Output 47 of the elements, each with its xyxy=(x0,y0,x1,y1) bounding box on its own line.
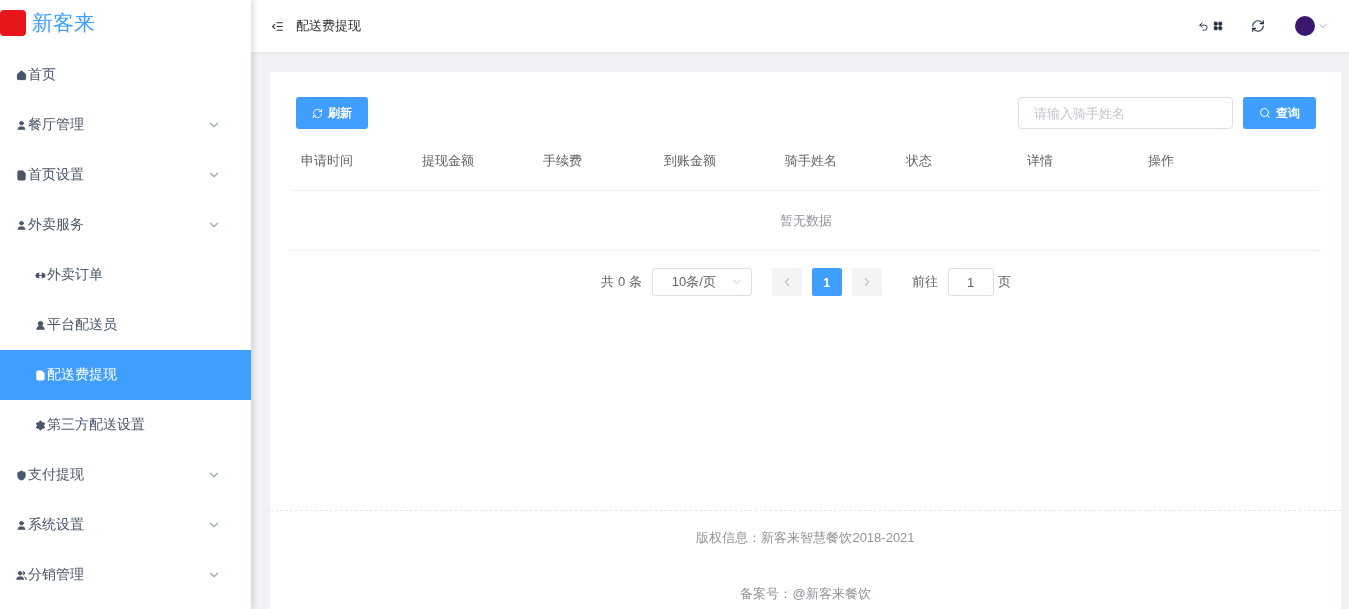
page-size-select[interactable]: 10条/页 xyxy=(651,268,752,296)
grid-icon[interactable] xyxy=(1213,21,1223,31)
person-icon xyxy=(16,119,27,131)
person-icon xyxy=(16,519,27,531)
menu-icon[interactable] xyxy=(271,19,284,33)
sidebar-item[interactable]: 外卖订单 xyxy=(0,250,251,300)
gear-icon xyxy=(35,419,46,431)
column-header: 状态 xyxy=(905,152,933,170)
page-input[interactable]: 1 xyxy=(947,268,994,296)
sidebar-item[interactable]: 首页 xyxy=(0,50,251,100)
empty-message: 暂无数据 xyxy=(780,211,832,230)
back-arrow-icon[interactable] xyxy=(1198,20,1209,32)
sidebar-item[interactable]: 系统设置 xyxy=(0,500,251,550)
refresh-icon[interactable] xyxy=(1251,19,1265,33)
sidebar-item[interactable]: 支付提现 xyxy=(0,450,251,500)
avatar[interactable] xyxy=(1295,16,1315,36)
sidebar-item[interactable]: 平台配送员 xyxy=(0,300,251,350)
document-icon xyxy=(35,369,46,381)
home-icon xyxy=(16,69,27,81)
search-field[interactable]: 请输入骑手姓名 xyxy=(1018,97,1233,129)
sidebar-item[interactable]: 分销管理 xyxy=(0,550,251,600)
column-header: 提现金额 xyxy=(421,152,475,170)
people-icon xyxy=(16,569,27,581)
record-text: 备案号：@新客来餐饮 xyxy=(740,585,871,603)
column-header: 操作 xyxy=(1147,152,1175,170)
person-icon xyxy=(16,219,27,231)
column-header: 详情 xyxy=(1026,152,1054,170)
total-count: 共 0 条 xyxy=(601,273,642,291)
person-icon xyxy=(35,319,46,331)
shield-icon xyxy=(16,469,27,481)
column-header: 到账金额 xyxy=(663,152,717,170)
document-icon xyxy=(16,169,27,181)
column-header: 骑手姓名 xyxy=(784,152,838,170)
column-header: 手续费 xyxy=(542,152,583,170)
sidebar-item[interactable]: 餐厅管理 xyxy=(0,100,251,150)
logo-icon xyxy=(0,10,26,36)
refresh-icon xyxy=(312,107,323,119)
sidebar-item[interactable]: 外卖服务 xyxy=(0,200,251,250)
sidebar-item[interactable]: 首页设置 xyxy=(0,150,251,200)
column-header: 申请时间 xyxy=(300,152,354,170)
brand-name: 新客来 xyxy=(32,10,95,36)
copyright-text: 版权信息：新客来智慧餐饮2018-2021 xyxy=(696,529,915,547)
page-title: 配送费提现 xyxy=(296,17,362,35)
page-suffix: 页 xyxy=(997,273,1011,291)
sidebar-item[interactable]: 第三方配送设置 xyxy=(0,400,251,450)
goto-label: 前往 xyxy=(911,273,938,291)
search-icon xyxy=(1259,107,1271,119)
